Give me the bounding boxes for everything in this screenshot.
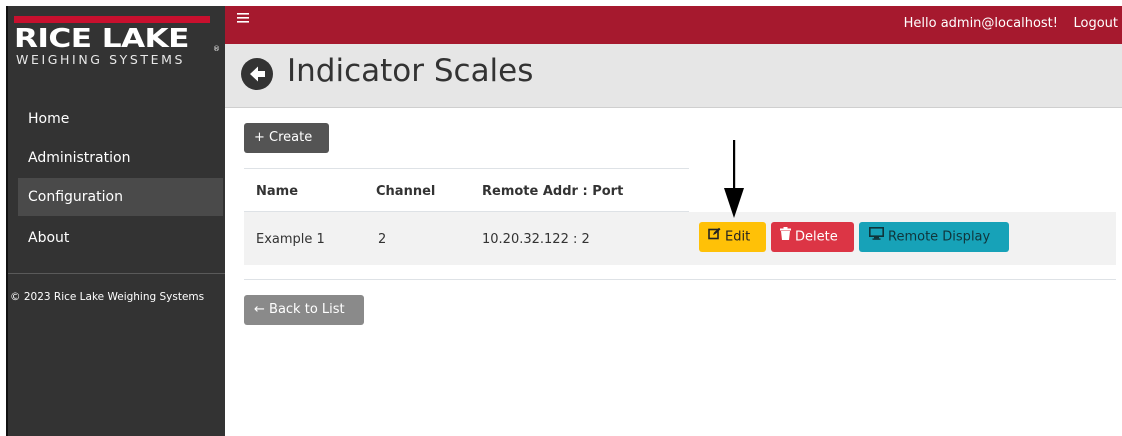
logout-link[interactable]: Logout (1073, 16, 1118, 31)
arrow-left-circle-icon[interactable] (241, 58, 273, 90)
remote-display-button[interactable]: Remote Display (859, 222, 1009, 252)
page-header: Indicator Scales (225, 44, 1122, 108)
table-top-border (244, 168, 689, 169)
trash-icon (780, 222, 791, 252)
cell-channel: 2 (378, 232, 387, 247)
sidebar-item-configuration[interactable]: Configuration (18, 178, 223, 216)
cell-remote: 10.20.32.122 : 2 (482, 232, 590, 247)
logo-brand-text: RICE LAKE (14, 24, 189, 54)
table-bottom-border (244, 279, 1116, 280)
sidebar-item-home[interactable]: Home (20, 100, 225, 138)
remote-display-button-label: Remote Display (888, 229, 991, 245)
sidebar-item-administration[interactable]: Administration (20, 139, 225, 177)
annotation-arrow-icon (722, 140, 746, 218)
back-to-list-button[interactable]: ← Back to List (244, 295, 364, 325)
sidebar-divider (8, 273, 225, 274)
top-bar: Hello admin@localhost! Logout (225, 6, 1122, 44)
cell-name: Example 1 (256, 232, 325, 247)
column-header-remote: Remote Addr : Port (482, 184, 624, 199)
column-header-name: Name (256, 184, 299, 199)
app-window: RICE LAKE ® WEIGHING SYSTEMS Home Admini… (6, 6, 1122, 436)
logo-registered-mark: ® (213, 45, 220, 53)
edit-icon (708, 222, 721, 252)
logo-red-bar (14, 16, 210, 23)
rice-lake-logo[interactable]: RICE LAKE ® WEIGHING SYSTEMS (14, 16, 220, 68)
column-header-channel: Channel (376, 184, 436, 199)
sidebar: RICE LAKE ® WEIGHING SYSTEMS Home Admini… (6, 6, 225, 436)
create-button[interactable]: + Create (244, 123, 329, 153)
page-title: Indicator Scales (287, 53, 534, 89)
edit-button[interactable]: Edit (699, 222, 766, 252)
sidebar-item-about[interactable]: About (20, 219, 225, 257)
copyright-text: © 2023 Rice Lake Weighing Systems (10, 291, 205, 303)
user-greeting[interactable]: Hello admin@localhost! (904, 16, 1058, 31)
delete-button-label: Delete (795, 229, 838, 245)
logo-tagline: WEIGHING SYSTEMS (16, 52, 186, 67)
edit-button-label: Edit (725, 229, 751, 245)
hamburger-icon[interactable] (237, 10, 249, 28)
desktop-icon (869, 222, 884, 252)
delete-button[interactable]: Delete (771, 222, 854, 252)
